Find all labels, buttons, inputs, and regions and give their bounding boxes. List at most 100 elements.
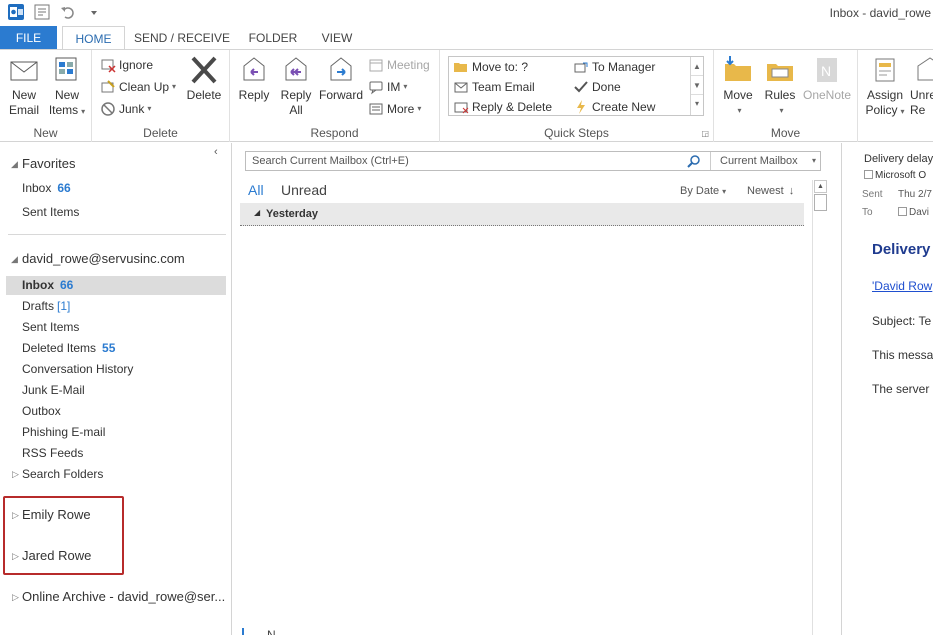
tab-home[interactable]: HOME	[62, 26, 125, 51]
expand-account-icon[interactable]: ◢	[11, 254, 18, 265]
expand-favorites-icon[interactable]: ◢	[11, 159, 18, 170]
delete-button[interactable]: Delete	[184, 54, 224, 103]
clean-up-button[interactable]: Clean Up ▾	[100, 77, 176, 97]
message-preview-partial: N	[267, 628, 276, 635]
folder-sent-items[interactable]: Sent Items	[22, 320, 79, 334]
scroll-down-icon[interactable]: ▼	[691, 76, 703, 95]
quick-step-move-to[interactable]: Move to: ?	[453, 59, 528, 75]
reading-link[interactable]: 'David Row	[872, 279, 932, 293]
filter-all[interactable]: All	[248, 182, 264, 198]
folder-drafts-count: [1]	[57, 299, 71, 313]
assign-policy-label-1: Assign	[866, 88, 904, 102]
expand-emily-icon[interactable]: ▷	[12, 510, 19, 521]
favorite-inbox[interactable]: Inbox 66	[22, 181, 71, 195]
folder-deleted-label: Deleted Items	[22, 341, 97, 355]
reading-to-value: Davi	[898, 207, 929, 218]
im-button[interactable]: IM ▾	[368, 77, 407, 97]
unread-read-button[interactable]: Unre Re	[910, 54, 933, 118]
folder-search-folders[interactable]: Search Folders	[22, 467, 103, 481]
sender-checkbox-icon	[864, 170, 873, 179]
collapse-pane-icon[interactable]: ‹	[214, 146, 218, 158]
collapse-group-icon[interactable]: ◢	[254, 208, 260, 217]
quick-step-done[interactable]: Done	[573, 79, 621, 95]
chevron-down-icon: ▾	[737, 106, 742, 115]
assign-policy-button[interactable]: Assign Policy ▾	[862, 54, 908, 119]
search-box[interactable]: Search Current Mailbox (Ctrl+E) Current …	[245, 151, 821, 171]
onenote-button[interactable]: N OneNote	[800, 54, 854, 103]
send-receive-all-icon[interactable]	[32, 3, 52, 21]
favorites-header[interactable]: Favorites	[22, 156, 75, 171]
folder-drafts-label: Drafts	[22, 299, 55, 313]
filter-unread[interactable]: Unread	[281, 182, 327, 198]
expand-gallery-icon[interactable]: ▾	[691, 95, 703, 113]
quick-step-reply-delete[interactable]: Reply & Delete	[453, 99, 552, 115]
folder-rss-feeds[interactable]: RSS Feeds	[22, 446, 83, 460]
scroll-up-icon[interactable]: ▲	[814, 180, 827, 193]
more-respond-button[interactable]: More ▾	[368, 99, 421, 119]
tab-send-receive[interactable]: SEND / RECEIVE	[132, 26, 232, 50]
chevron-down-icon: ▾	[779, 106, 784, 115]
onenote-label: OneNote	[802, 88, 852, 102]
mailbox-online-archive[interactable]: Online Archive - david_rowe@ser...	[22, 589, 225, 604]
folder-deleted-items[interactable]: Deleted Items 55	[22, 341, 115, 355]
unread-read-icon	[917, 57, 933, 81]
meeting-label: Meeting	[387, 58, 430, 72]
account-header[interactable]: david_rowe@servusinc.com	[22, 251, 185, 266]
folder-drafts[interactable]: Drafts [1]	[22, 299, 70, 313]
sort-order[interactable]: Newest ↓	[747, 185, 794, 197]
folder-junk-email[interactable]: Junk E-Mail	[22, 383, 85, 397]
new-items-icon	[55, 57, 77, 81]
chevron-down-icon: ▾	[722, 187, 727, 196]
reply-button[interactable]: Reply	[234, 54, 274, 103]
favorite-sent-items[interactable]: Sent Items	[22, 205, 79, 219]
folder-inbox[interactable]: Inbox 66	[22, 278, 73, 292]
scrollbar-thumb[interactable]	[814, 194, 827, 211]
window-title: Inbox - david_rowe	[829, 6, 931, 20]
folder-outbox[interactable]: Outbox	[22, 404, 61, 418]
quick-step-create-new-label: Create New	[592, 100, 656, 114]
more-label: More	[387, 102, 415, 116]
undo-icon[interactable]	[58, 3, 78, 21]
search-input[interactable]: Search Current Mailbox (Ctrl+E)	[252, 155, 409, 167]
ignore-label: Ignore	[119, 58, 154, 72]
search-scope-dropdown[interactable]: Current Mailbox ▾	[710, 152, 820, 170]
tab-folder[interactable]: FOLDER	[244, 26, 302, 50]
mailbox-jared-rowe[interactable]: Jared Rowe	[22, 548, 91, 563]
dialog-launcher-icon[interactable]: ◲	[701, 129, 709, 138]
expand-archive-icon[interactable]: ▷	[12, 592, 19, 603]
ignore-button[interactable]: Ignore	[100, 55, 153, 75]
ribbon-tabs: FILE HOME SEND / RECEIVE FOLDER VIEW	[0, 26, 933, 51]
meeting-button[interactable]: Meeting	[368, 55, 430, 75]
reading-sent-label: Sent	[862, 189, 883, 200]
move-button[interactable]: Move ▾	[718, 54, 758, 118]
mailbox-emily-rowe[interactable]: Emily Rowe	[22, 507, 91, 522]
ribbon-group-tags: Assign Policy ▾ Unre Re	[858, 50, 933, 142]
group-header-yesterday[interactable]: ◢ Yesterday	[240, 203, 804, 226]
search-icon[interactable]	[687, 154, 701, 168]
scroll-up-icon[interactable]: ▲	[691, 57, 703, 76]
reply-all-button[interactable]: Reply All	[276, 54, 316, 118]
rules-button[interactable]: Rules ▾	[760, 54, 800, 118]
new-items-label-1: New	[54, 88, 79, 102]
folder-conversation-history[interactable]: Conversation History	[22, 362, 133, 376]
customize-toolbar-icon[interactable]	[84, 3, 104, 21]
message-list-scrollbar[interactable]: ▲	[812, 180, 827, 635]
new-items-button[interactable]: New Items ▾	[46, 54, 88, 119]
forward-button[interactable]: Forward	[318, 54, 364, 103]
expand-jared-icon[interactable]: ▷	[12, 551, 19, 562]
svg-text:N: N	[821, 63, 831, 79]
tab-view[interactable]: VIEW	[314, 26, 360, 50]
folder-phishing-email[interactable]: Phishing E-mail	[22, 425, 105, 439]
junk-button[interactable]: Junk ▾	[100, 99, 151, 119]
sort-by-date[interactable]: By Date ▾	[680, 185, 726, 197]
favorite-inbox-label: Inbox	[22, 181, 52, 195]
sort-by-label: By Date	[680, 185, 720, 197]
quick-step-create-new[interactable]: Create New	[573, 99, 655, 115]
tab-file[interactable]: FILE	[0, 26, 57, 50]
quick-step-to-manager[interactable]: To Manager	[573, 59, 655, 75]
new-email-button[interactable]: New Email	[4, 54, 44, 118]
quick-steps-scrollbar[interactable]: ▲ ▼ ▾	[690, 57, 703, 115]
quick-step-team-email[interactable]: Team Email	[453, 79, 535, 95]
im-icon	[369, 81, 383, 95]
expand-search-folders-icon[interactable]: ▷	[12, 469, 19, 480]
